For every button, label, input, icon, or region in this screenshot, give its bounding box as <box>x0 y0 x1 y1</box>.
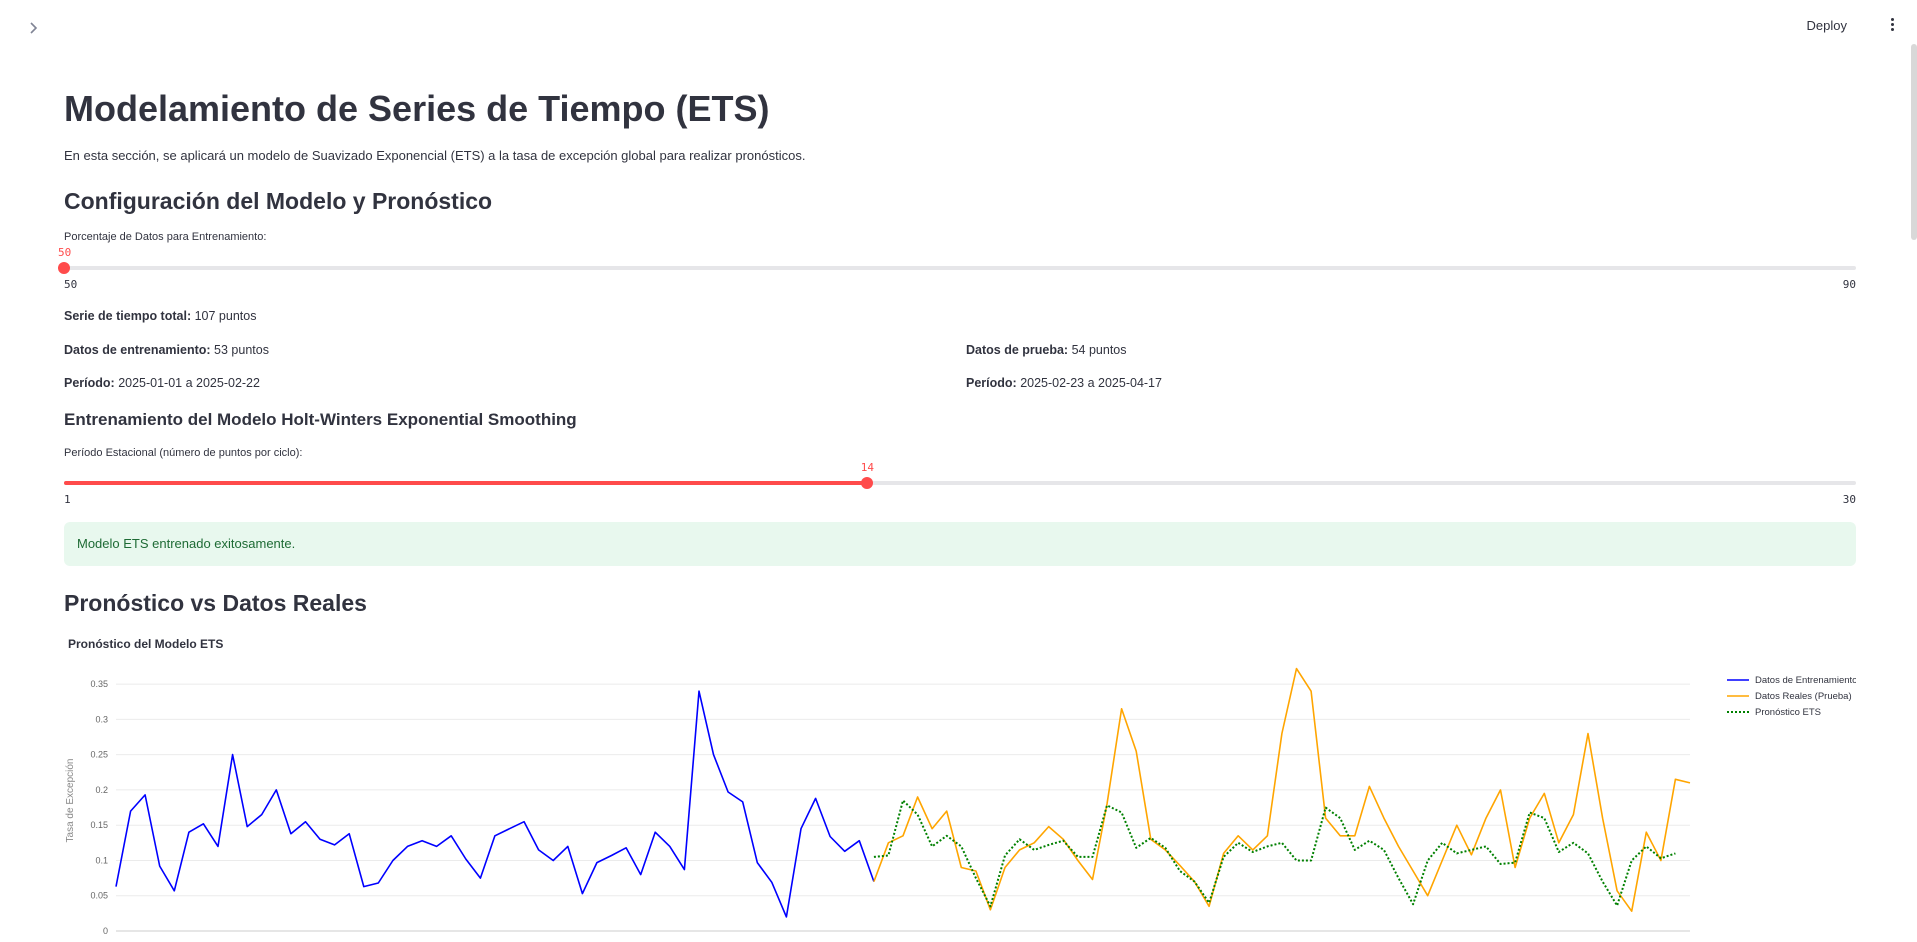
y-tick-label: 0 <box>103 926 108 936</box>
series-line <box>115 690 875 918</box>
total-series-stat: Serie de tiempo total: 107 puntos <box>64 309 257 323</box>
test-period-stat: Período: 2025-02-23 a 2025-04-17 <box>966 376 1162 390</box>
chevron-right-icon <box>30 22 38 34</box>
train-period-stat: Período: 2025-01-01 a 2025-02-22 <box>64 376 260 390</box>
slider-thumb[interactable] <box>861 477 874 489</box>
slider-thumb[interactable] <box>58 262 70 274</box>
forecast-heading: Pronóstico vs Datos Reales <box>64 590 367 616</box>
y-tick-label: 0.25 <box>90 750 108 760</box>
y-tick-label: 0.15 <box>90 820 108 830</box>
legend-label: Datos de Entrenamiento <box>1755 675 1856 686</box>
train-count-stat: Datos de entrenamiento: 53 puntos <box>64 343 269 357</box>
slider-max: 90 <box>1842 278 1856 291</box>
train-slider-label: Porcentaje de Datos para Entrenamiento: <box>64 231 267 243</box>
y-tick-label: 0.3 <box>95 714 108 724</box>
series-line <box>873 799 1676 908</box>
train-percentage-slider[interactable]: 50 50 90 <box>58 246 1856 291</box>
success-message: Modelo ETS entrenado exitosamente. <box>77 536 296 551</box>
chart-title: Pronóstico del Modelo ETS <box>68 637 224 651</box>
legend-label: Datos Reales (Prueba) <box>1755 691 1852 702</box>
page-scrollbar[interactable] <box>1911 44 1917 240</box>
slider-value: 14 <box>860 461 874 474</box>
season-period-slider[interactable]: 14 1 30 <box>64 461 1856 506</box>
intro-text: En esta sección, se aplicará un modelo d… <box>64 148 806 163</box>
test-count-stat: Datos de prueba: 54 puntos <box>966 343 1127 357</box>
slider-fill <box>64 481 868 485</box>
slider-track[interactable] <box>64 266 1856 270</box>
slider-min: 50 <box>64 278 78 291</box>
config-heading: Configuración del Modelo y Pronóstico <box>64 188 493 214</box>
forecast-chart[interactable]: 0 0.05 0.1 0.15 0.2 0.25 0.3 0.35 Tasa de Excepc… <box>64 660 1856 942</box>
y-tick-label: 0.05 <box>90 891 108 901</box>
page-title: Modelamiento de Series de Tiempo (ETS) <box>64 88 770 129</box>
success-alert: Modelo ETS entrenado exitosamente. <box>64 522 1856 566</box>
y-tick-label: 0.2 <box>95 785 108 795</box>
slider-max: 30 <box>1842 493 1856 506</box>
y-tick-label: 0.35 <box>90 679 108 689</box>
slider-min: 1 <box>64 493 71 506</box>
y-tick-label: 0.1 <box>95 855 108 865</box>
y-axis-label: Tasa de Excepción <box>65 759 76 843</box>
sidebar-toggle-button[interactable] <box>26 20 42 36</box>
season-slider-label: Período Estacional (número de puntos por… <box>64 447 303 459</box>
slider-value: 50 <box>58 246 72 259</box>
deploy-button[interactable]: Deploy <box>1801 14 1853 38</box>
training-heading: Entrenamiento del Modelo Holt-Winters Ex… <box>64 410 577 429</box>
kebab-menu-icon[interactable] <box>1889 18 1895 34</box>
legend-label: Pronóstico ETS <box>1755 707 1821 718</box>
